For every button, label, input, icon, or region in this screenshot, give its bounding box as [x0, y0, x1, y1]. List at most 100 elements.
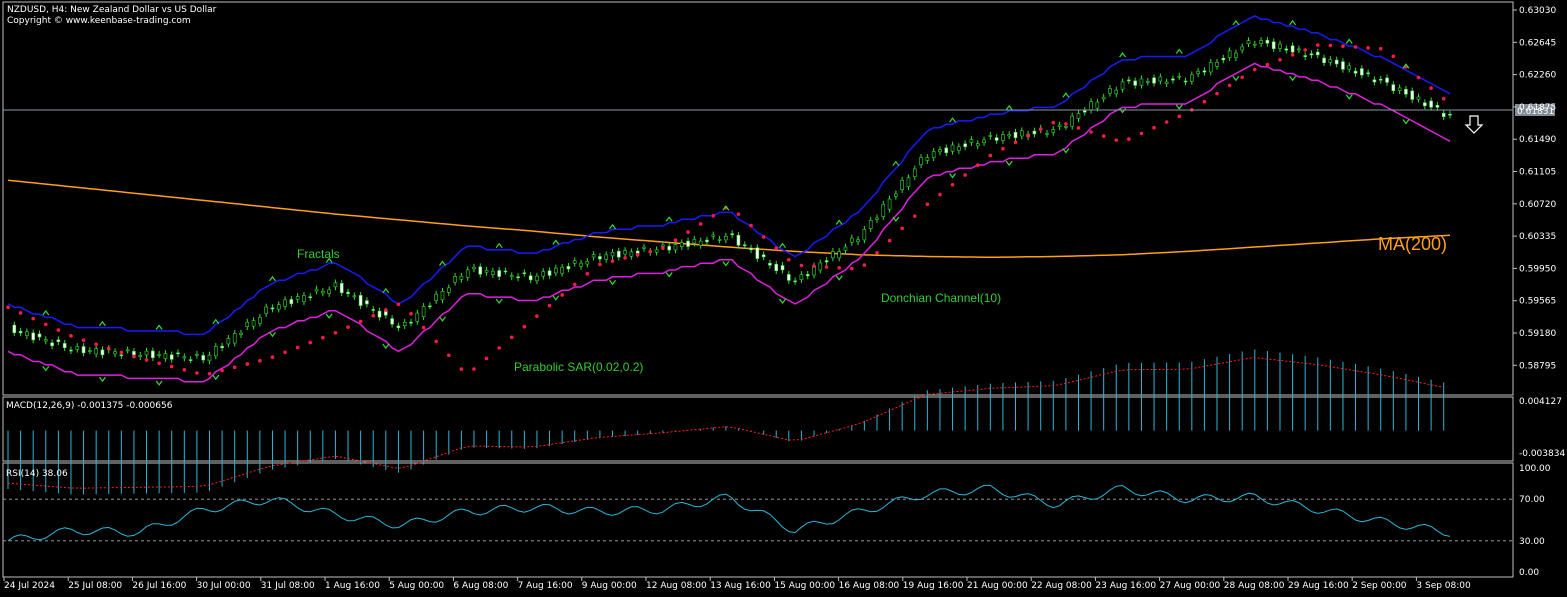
- sar-dot: [761, 235, 766, 239]
- time-tick-label: 29 Aug 16:00: [1288, 581, 1349, 591]
- candle-body: [982, 139, 986, 143]
- sar-dot: [157, 361, 161, 366]
- candle-body: [62, 343, 67, 349]
- candle-body: [856, 239, 860, 243]
- candle-body: [377, 310, 382, 318]
- candle-body: [1089, 101, 1093, 111]
- candle-body: [1164, 81, 1169, 84]
- sar-dot: [1064, 122, 1068, 126]
- candle-body: [321, 291, 325, 294]
- sar-dot: [610, 259, 615, 263]
- candle-body: [566, 266, 571, 270]
- sar-dot: [623, 256, 627, 260]
- candle-body: [1234, 52, 1238, 58]
- candle-body: [617, 250, 621, 258]
- rsi-tick-label: 70.00: [1519, 495, 1545, 505]
- sar-dot: [1353, 45, 1358, 49]
- candle-body: [579, 262, 583, 267]
- candle-body: [938, 149, 942, 153]
- candle-body: [849, 237, 854, 243]
- candle-body: [446, 287, 451, 293]
- fractal-up-arrow: [1345, 38, 1353, 44]
- time-tick-label: 1 Aug 16:00: [325, 581, 380, 591]
- candle-body: [1429, 100, 1433, 108]
- fractal-up-arrow: [212, 318, 220, 325]
- rsi-pane-frame: [2, 462, 1514, 578]
- fractal-down-arrow: [212, 374, 220, 381]
- sar-dot: [975, 163, 980, 168]
- sar-dot: [1101, 134, 1106, 138]
- candle-body: [390, 318, 394, 325]
- sar-dot: [18, 311, 23, 315]
- candle-body: [1051, 129, 1056, 133]
- candle-body: [295, 296, 300, 300]
- candle-body: [43, 339, 48, 342]
- sar-dot: [1177, 114, 1182, 119]
- candle-body: [1101, 96, 1106, 100]
- candle-body: [761, 254, 766, 258]
- candle-body: [1416, 96, 1421, 100]
- candle-body: [604, 254, 609, 260]
- price-tick-label: 0.63030: [1519, 6, 1556, 16]
- candle-body: [213, 346, 218, 357]
- candle-body: [151, 350, 155, 359]
- candle-body: [314, 288, 319, 292]
- candle-body: [585, 261, 590, 265]
- fractal-down-arrow: [892, 216, 900, 222]
- time-tick-label: 7 Aug 16:00: [518, 581, 573, 591]
- candle-body: [1372, 79, 1377, 83]
- candle-body: [1152, 77, 1156, 84]
- candle-body: [1441, 112, 1446, 118]
- candle-body: [1158, 76, 1163, 82]
- fractal-down-arrow: [268, 331, 276, 338]
- donchian-upper-line: [7, 15, 1451, 336]
- fractal-down-arrow: [439, 316, 446, 322]
- copyright-text: Copyright © www.keenbase-trading.com: [7, 16, 191, 26]
- candle-body: [415, 312, 420, 322]
- candle-body: [333, 282, 338, 288]
- candle-body: [119, 354, 124, 357]
- sar-dot: [232, 365, 237, 370]
- candle-body: [509, 275, 514, 278]
- price-tick-label: 0.61105: [1519, 168, 1556, 178]
- candle-body: [1290, 45, 1295, 53]
- candle-body: [188, 359, 193, 361]
- candle-body: [541, 271, 546, 277]
- sar-dot: [1001, 146, 1005, 151]
- sar-dot: [434, 339, 438, 344]
- sar-dot: [484, 356, 489, 361]
- sar-dot: [535, 314, 539, 318]
- sar-dot: [119, 350, 124, 355]
- candle-body: [749, 247, 753, 251]
- fractal-down-arrow: [665, 272, 673, 278]
- candle-body: [75, 346, 80, 350]
- candle-body: [459, 275, 464, 280]
- candle-body: [465, 269, 470, 278]
- sar-dot: [69, 333, 73, 338]
- candle-body: [1057, 124, 1062, 128]
- candle-body: [1133, 80, 1137, 86]
- candle-body: [831, 251, 835, 259]
- fractals-label: Fractals: [297, 247, 340, 261]
- candle-body: [1064, 125, 1068, 128]
- candle-body: [598, 256, 602, 260]
- sar-dot: [862, 263, 867, 267]
- candle-body: [264, 306, 268, 314]
- candle-body: [37, 333, 42, 338]
- sar-label: Parabolic SAR(0.02,0.2): [514, 360, 643, 374]
- rsi-title: RSI(14) 38.06: [6, 469, 68, 479]
- candle-body: [1227, 50, 1232, 58]
- rsi-tick-label: 30.00: [1519, 537, 1545, 547]
- time-tick-label: 19 Aug 16:00: [903, 581, 964, 591]
- candle-body: [547, 270, 552, 276]
- time-tick-label: 24 Jul 2024: [4, 581, 55, 591]
- candle-body: [774, 263, 779, 271]
- time-tick-label: 2 Sep 00:00: [1352, 581, 1407, 591]
- candle-body: [736, 234, 741, 246]
- sar-dot: [182, 368, 187, 372]
- fractal-down-arrow: [835, 275, 843, 281]
- price-tick-label: 0.58795: [1519, 361, 1556, 371]
- sar-dot: [384, 308, 388, 312]
- time-tick-label: 22 Aug 08:00: [1031, 581, 1092, 591]
- candle-body: [1208, 61, 1213, 73]
